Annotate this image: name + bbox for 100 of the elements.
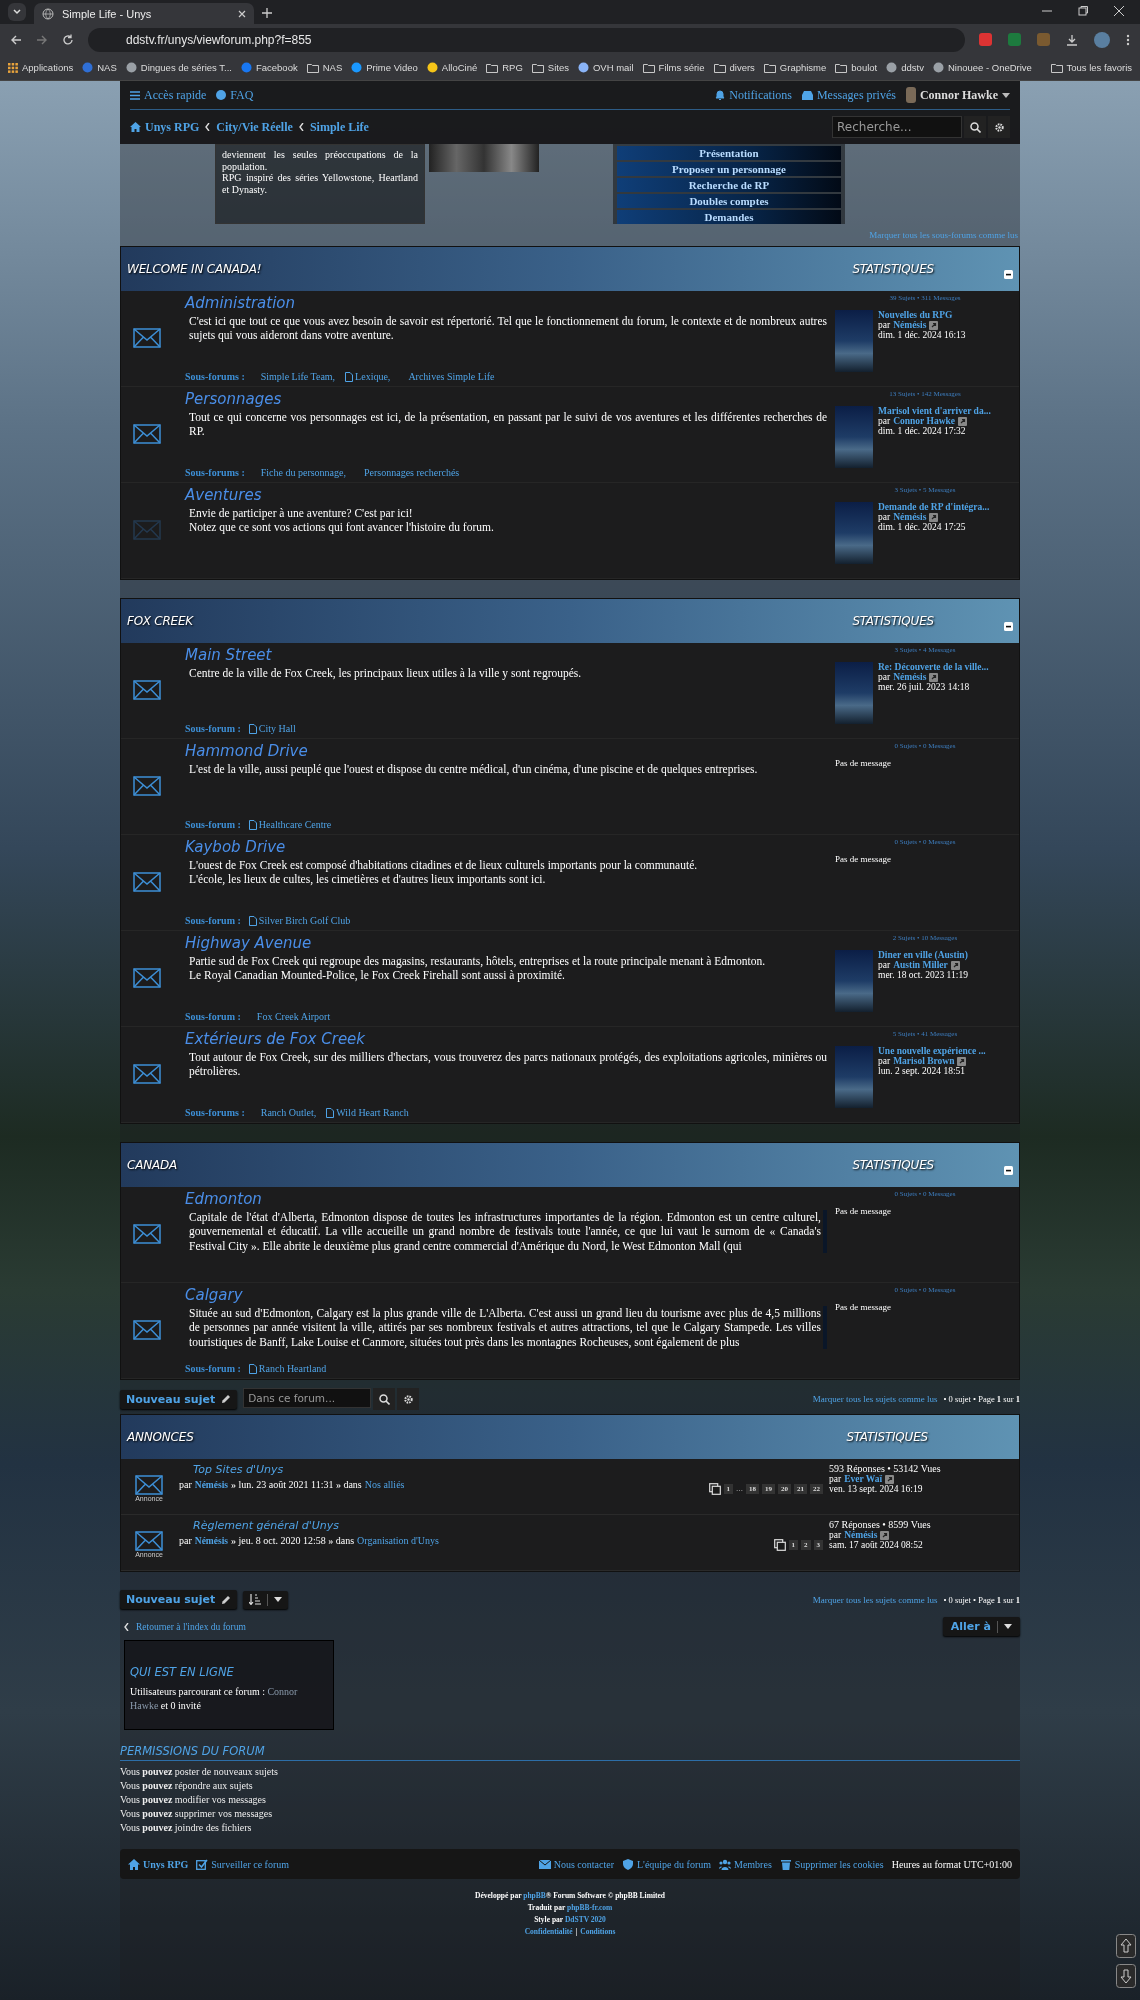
search-button[interactable] xyxy=(964,116,986,138)
subforum-link[interactable]: Healthcare Centre xyxy=(248,819,332,830)
forum-title-link[interactable]: Edmonton xyxy=(185,1190,262,1208)
bookmark-link[interactable]: Prime Video xyxy=(351,62,418,73)
bookmark-link[interactable]: Graphisme xyxy=(763,62,827,73)
bookmark-link[interactable]: Dingues de séries T... xyxy=(125,62,232,73)
forum-title-link[interactable]: Aventures xyxy=(185,486,262,504)
last-post-link[interactable]: Une nouvelle expérience ... xyxy=(878,1046,986,1056)
tab-search-button[interactable] xyxy=(8,3,26,21)
author-link[interactable]: Marisol Brown xyxy=(893,1056,955,1066)
goto-post-icon[interactable] xyxy=(957,1056,967,1066)
forum-title-link[interactable]: Personnages xyxy=(185,390,282,408)
all-bookmarks-link[interactable]: Tous les favoris xyxy=(1050,62,1132,73)
collapse-icon[interactable] xyxy=(1004,1166,1013,1175)
close-icon[interactable] xyxy=(238,9,246,18)
mark-read-link[interactable]: Marquer tous les sujets comme lus xyxy=(812,1394,938,1404)
bookmark-link[interactable]: NAS xyxy=(306,62,343,73)
goto-post-icon[interactable] xyxy=(929,672,939,682)
bookmark-link[interactable]: Applications xyxy=(8,62,74,73)
bookmark-link[interactable]: Films série xyxy=(642,62,705,73)
subforum-link[interactable]: Simple Life Team, xyxy=(252,371,336,382)
subforum-link[interactable]: Silver Birch Golf Club xyxy=(248,915,351,926)
quick-access-link[interactable]: Accès rapide xyxy=(130,87,207,103)
author-link[interactable]: Némésis xyxy=(893,672,927,682)
menu-icon[interactable] xyxy=(1126,33,1130,46)
footer-link[interactable]: L'équipe du forum xyxy=(622,1858,711,1870)
search-field[interactable]: Recherche... xyxy=(832,116,962,138)
forum-search-field[interactable]: Dans ce forum... xyxy=(243,1388,372,1408)
subforum-link[interactable]: Fox Creek Airport xyxy=(248,1011,331,1022)
scroll-down-icon[interactable] xyxy=(1116,1964,1136,1988)
profile-avatar[interactable] xyxy=(1094,31,1110,48)
mark-read-link[interactable]: Marquer tous les sujets comme lus xyxy=(812,1594,938,1605)
banner-menu-button[interactable]: Recherche de RP xyxy=(617,178,841,192)
jump-to-button[interactable]: Aller à xyxy=(942,1617,1020,1636)
banner-menu-button[interactable]: Proposer un personnage xyxy=(617,162,841,176)
faq-link[interactable]: FAQ xyxy=(216,87,254,103)
footer-link[interactable]: Nous contacter xyxy=(538,1858,614,1870)
close-icon[interactable] xyxy=(1114,6,1124,16)
forum-title-link[interactable]: Administration xyxy=(185,294,296,312)
author-link[interactable]: Némésis xyxy=(194,1536,229,1546)
goto-post-icon[interactable] xyxy=(929,512,939,522)
forum-link[interactable]: Nos alliés xyxy=(364,1479,405,1490)
goto-post-icon[interactable] xyxy=(885,1474,895,1484)
breadcrumb-link[interactable]: City/Vie Réelle xyxy=(216,119,293,135)
settings-button[interactable] xyxy=(397,1388,420,1410)
forum-title-link[interactable]: Kaybob Drive xyxy=(185,838,286,856)
forum-title-link[interactable]: Hammond Drive xyxy=(185,742,308,760)
breadcrumb-link[interactable]: Unys RPG xyxy=(130,119,200,135)
goto-post-icon[interactable] xyxy=(880,1530,890,1540)
goto-post-icon[interactable] xyxy=(958,416,967,426)
scroll-up-icon[interactable] xyxy=(1116,1934,1136,1958)
subforum-link[interactable]: Ranch Heartland xyxy=(248,1363,327,1374)
back-to-index-link[interactable]: Retourner à l'index du forum xyxy=(120,1621,246,1632)
collapse-icon[interactable] xyxy=(1004,622,1013,631)
last-post-link[interactable]: Demande de RP d'intégra... xyxy=(878,502,990,512)
bookmark-link[interactable]: ddstv xyxy=(886,62,924,73)
new-tab-icon[interactable] xyxy=(262,8,272,18)
banner-menu-button[interactable]: Doubles comptes xyxy=(617,194,841,208)
new-topic-button[interactable]: Nouveau sujet xyxy=(120,1389,238,1409)
forum-title-link[interactable]: Highway Avenue xyxy=(185,934,312,952)
bookmark-link[interactable]: Sites xyxy=(531,62,569,73)
forward-arrow-icon[interactable] xyxy=(36,33,48,46)
last-post-link[interactable]: Marisol vient d'arriver da... xyxy=(878,406,991,416)
bookmark-link[interactable]: boulot xyxy=(835,62,878,73)
footer-link[interactable]: Surveiller ce forum xyxy=(196,1858,290,1870)
author-link[interactable]: Némésis xyxy=(844,1530,878,1540)
goto-post-icon[interactable] xyxy=(950,960,960,970)
collapse-icon[interactable] xyxy=(1004,270,1013,279)
bookmark-link[interactable]: Ninouee - OneDrive xyxy=(932,62,1032,73)
sort-button[interactable] xyxy=(243,1590,289,1609)
banner-menu-button[interactable]: Demandes xyxy=(617,210,841,224)
subforum-link[interactable]: Personnages recherchés xyxy=(356,467,460,478)
address-field[interactable]: ddstv.fr/unys/viewforum.php?f=855 xyxy=(88,27,965,52)
footer-link[interactable]: Unys RPG xyxy=(128,1858,189,1870)
subforum-link[interactable]: City Hall xyxy=(248,723,296,734)
forum-title-link[interactable]: Extérieurs de Fox Creek xyxy=(185,1030,366,1048)
last-post-link[interactable]: Nouvelles du RPG xyxy=(878,310,966,320)
restore-icon[interactable] xyxy=(1078,6,1088,16)
subforum-link[interactable]: Fiche du personnage, xyxy=(252,467,346,478)
bookmark-link[interactable]: Facebook xyxy=(240,62,298,73)
author-link[interactable]: Némésis xyxy=(893,320,927,330)
download-icon[interactable] xyxy=(1066,33,1078,46)
author-link[interactable]: Némésis xyxy=(893,512,927,522)
topic-title-link[interactable]: Top Sites d'Unys xyxy=(193,1463,284,1476)
last-post-link[interactable]: Re: Découverte de la ville... xyxy=(878,662,989,672)
settings-button[interactable] xyxy=(988,116,1010,138)
browser-tab[interactable]: Simple Life - Unys xyxy=(34,3,254,24)
notifications-link[interactable]: Notifications xyxy=(715,87,792,103)
goto-post-icon[interactable] xyxy=(929,320,939,330)
banner-menu-button[interactable]: Présentation xyxy=(617,146,841,160)
subforum-link[interactable]: Archives Simple Life xyxy=(400,371,495,382)
bookmark-link[interactable]: divers xyxy=(713,62,755,73)
topic-title-link[interactable]: Règlement général d'Unys xyxy=(193,1519,340,1532)
new-topic-button[interactable]: Nouveau sujet xyxy=(120,1590,238,1609)
last-post-link[interactable]: Diner en ville (Austin) xyxy=(878,950,968,960)
forum-title-link[interactable]: Calgary xyxy=(185,1286,243,1304)
footer-link[interactable]: Supprimer les cookies xyxy=(779,1858,884,1870)
subforum-link[interactable]: Lexique, xyxy=(345,371,391,382)
footer-link[interactable]: Membres xyxy=(719,1858,772,1870)
subforum-link[interactable]: Wild Heart Ranch xyxy=(326,1107,409,1118)
